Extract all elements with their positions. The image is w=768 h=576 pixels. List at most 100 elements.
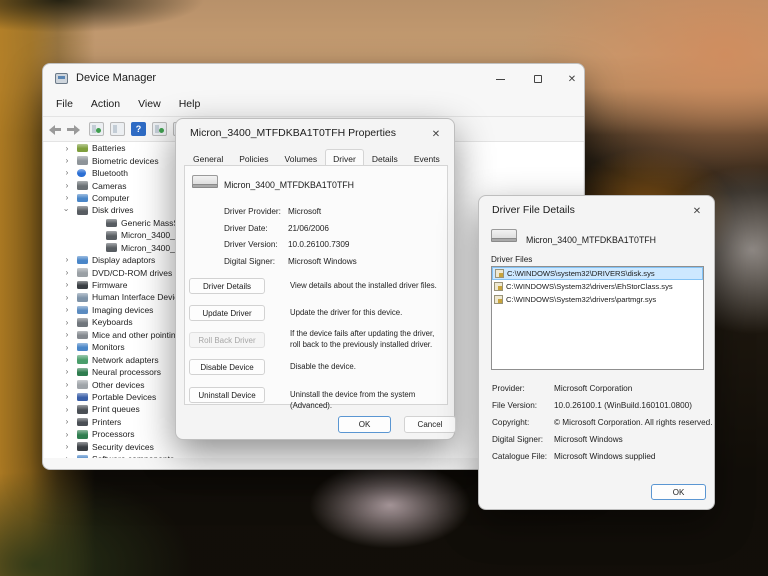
driver-tab-page: Micron_3400_MTFDKBA1T0TFH Driver Provide… xyxy=(184,165,448,410)
chevron-right-icon[interactable]: › xyxy=(62,316,72,328)
driver-details-description: View details about the installed driver … xyxy=(290,281,437,290)
imaging-devices-icon xyxy=(77,305,88,315)
uninstall-device-description: Uninstall the device from the system (Ad… xyxy=(290,390,416,410)
provider-row: Provider: Microsoft Corporation xyxy=(492,384,633,393)
menu-file[interactable]: File xyxy=(47,95,82,115)
close-button[interactable]: ✕ xyxy=(559,70,585,88)
ok-button[interactable]: OK xyxy=(651,484,706,500)
close-icon[interactable]: ✕ xyxy=(689,203,705,219)
ok-button[interactable]: OK xyxy=(338,416,391,433)
cameras-icon xyxy=(77,181,88,190)
human-interface-devices-icon xyxy=(77,293,88,302)
chevron-right-icon[interactable]: › xyxy=(62,167,72,179)
menu-view[interactable]: View xyxy=(129,95,170,115)
cancel-button[interactable]: Cancel xyxy=(404,416,456,433)
device-name: Micron_3400_MTFDKBA1T0TFH xyxy=(526,235,657,245)
chevron-right-icon[interactable]: › xyxy=(62,341,72,353)
properties-icon[interactable] xyxy=(110,122,125,136)
properties-dialog: Micron_3400_MTFDKBA1T0TFH Properties ✕ G… xyxy=(175,118,456,440)
chevron-right-icon[interactable]: › xyxy=(62,142,72,154)
display-adaptors-icon xyxy=(77,255,88,265)
print-queues-icon xyxy=(77,405,88,414)
driver-file-item[interactable]: C:\WINDOWS\System32\drivers\EhStorClass.… xyxy=(492,280,703,293)
chevron-right-icon[interactable]: › xyxy=(62,441,72,453)
chevron-right-icon[interactable]: › xyxy=(62,291,72,303)
chevron-right-icon[interactable]: › xyxy=(62,366,72,378)
roll-back-driver-description: If the device fails after updating the d… xyxy=(290,329,435,349)
chevron-right-icon[interactable]: › xyxy=(62,279,72,291)
digital-signer-row: Digital Signer: Microsoft Windows xyxy=(224,257,357,266)
chevron-right-icon[interactable]: › xyxy=(62,192,72,204)
chevron-right-icon[interactable]: › xyxy=(62,329,72,341)
sys-file-icon xyxy=(494,282,503,291)
computer-icon xyxy=(77,193,88,203)
neural-processors-icon xyxy=(77,367,88,377)
sys-file-icon xyxy=(495,269,504,278)
menubar-divider xyxy=(43,116,584,117)
toolbar: ? xyxy=(47,118,188,140)
disk-drive-icon xyxy=(106,231,117,240)
digital-signer-row: Digital Signer: Microsoft Windows xyxy=(492,435,623,444)
monitors-icon xyxy=(77,342,88,352)
portable-devices-icon xyxy=(77,392,88,402)
disable-device-button[interactable]: Disable Device xyxy=(189,359,265,375)
close-icon[interactable]: ✕ xyxy=(428,126,444,142)
chevron-right-icon[interactable]: › xyxy=(62,304,72,316)
disk-drive-icon xyxy=(192,175,218,188)
back-icon[interactable] xyxy=(47,121,63,137)
maximize-button[interactable] xyxy=(525,70,551,88)
disk-drive-icon xyxy=(106,218,117,228)
help-icon[interactable]: ? xyxy=(131,122,146,136)
scan-hardware-icon[interactable] xyxy=(152,122,167,136)
network-adapters-icon xyxy=(77,355,88,364)
driver-file-item-selected[interactable]: C:\WINDOWS\system32\DRIVERS\disk.sys xyxy=(492,267,703,280)
printers-icon xyxy=(77,417,88,427)
disk-drives-icon xyxy=(77,206,88,215)
chevron-right-icon[interactable]: › xyxy=(62,391,72,403)
chevron-right-icon[interactable]: › xyxy=(62,254,72,266)
dialog-title: Micron_3400_MTFDKBA1T0TFH Properties xyxy=(190,127,396,139)
driver-files-label: Driver Files xyxy=(491,255,533,264)
keyboards-icon xyxy=(77,318,88,327)
disk-drive-icon xyxy=(491,229,517,242)
copyright-row: Copyright: © Microsoft Corporation. All r… xyxy=(492,418,713,427)
chevron-right-icon[interactable]: › xyxy=(62,378,72,390)
window-title: Device Manager xyxy=(76,72,157,84)
driver-version-row: Driver Version: 10.0.26100.7309 xyxy=(224,240,350,249)
uninstall-device-button[interactable]: Uninstall Device xyxy=(189,387,265,403)
menu-help[interactable]: Help xyxy=(170,95,210,115)
driver-file-details-dialog: Driver File Details ✕ Micron_3400_MTFDKB… xyxy=(478,195,715,510)
other-devices-icon xyxy=(77,380,88,389)
sys-file-icon xyxy=(494,295,503,304)
forward-icon[interactable] xyxy=(65,121,81,137)
driver-details-button[interactable]: Driver Details xyxy=(189,278,265,294)
chevron-right-icon[interactable]: › xyxy=(62,266,72,278)
chevron-down-icon[interactable]: › xyxy=(61,205,73,215)
mice-icon xyxy=(77,330,88,340)
driver-files-list: C:\WINDOWS\system32\DRIVERS\disk.sys C:\… xyxy=(491,266,704,370)
update-driver-button[interactable]: Update Driver xyxy=(189,305,265,321)
processors-icon xyxy=(77,430,88,439)
menu-action[interactable]: Action xyxy=(82,95,129,115)
chevron-right-icon[interactable]: › xyxy=(62,416,72,428)
menu-bar: File Action View Help xyxy=(47,95,209,115)
device-name: Micron_3400_MTFDKBA1T0TFH xyxy=(224,180,355,190)
file-version-row: File Version: 10.0.26100.1 (WinBuild.1601… xyxy=(492,401,692,410)
security-devices-icon xyxy=(77,442,88,451)
driver-file-item[interactable]: C:\WINDOWS\System32\drivers\partmgr.sys xyxy=(492,293,703,306)
chevron-right-icon[interactable]: › xyxy=(62,353,72,365)
console-tree-icon[interactable] xyxy=(89,122,104,136)
disable-device-description: Disable the device. xyxy=(290,362,356,371)
chevron-right-icon[interactable]: › xyxy=(62,428,72,440)
chevron-right-icon[interactable]: › xyxy=(62,154,72,166)
disk-drive-icon xyxy=(106,243,117,252)
chevron-right-icon[interactable]: › xyxy=(62,179,72,191)
dialog-title: Driver File Details xyxy=(492,204,575,216)
minimize-button[interactable] xyxy=(487,70,513,88)
batteries-icon xyxy=(77,143,88,153)
roll-back-driver-button[interactable]: Roll Back Driver xyxy=(189,332,265,348)
chevron-right-icon[interactable]: › xyxy=(62,403,72,415)
device-manager-icon xyxy=(55,73,68,84)
device-manager-titlebar[interactable]: Device Manager ✕ xyxy=(43,64,584,94)
bluetooth-icon xyxy=(77,168,86,178)
